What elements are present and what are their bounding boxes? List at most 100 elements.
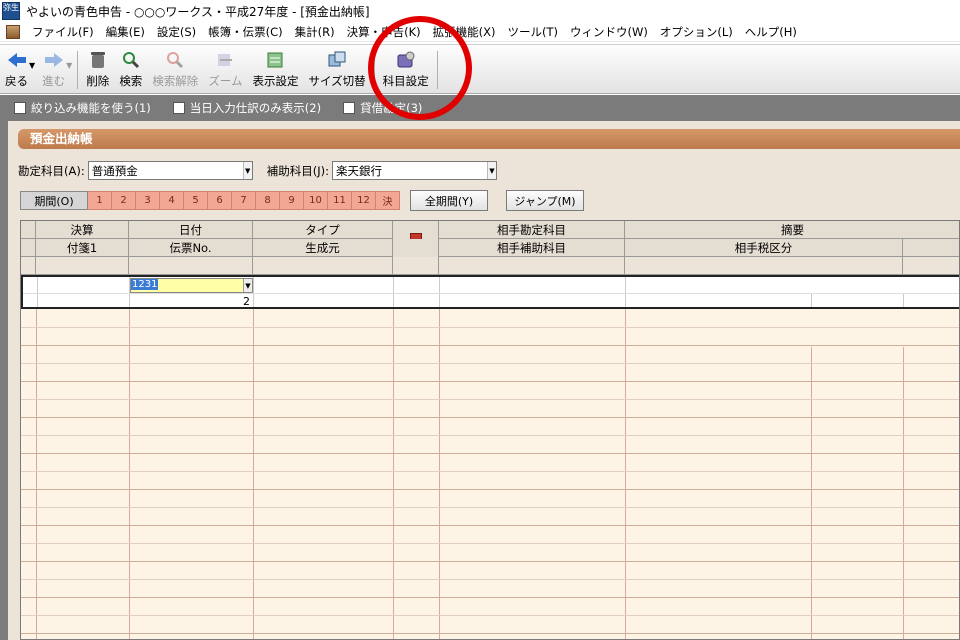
menu-aggregate[interactable]: 集計(R) xyxy=(289,24,341,40)
filter-checkbox[interactable] xyxy=(14,102,26,114)
forward-label: 進む xyxy=(42,74,66,88)
grid-line xyxy=(439,275,440,639)
grid-row-line xyxy=(21,471,959,472)
header-row-3 xyxy=(21,257,959,275)
lending-option[interactable]: 貸借勘定(3) xyxy=(343,100,422,116)
grid-line xyxy=(393,275,394,639)
grid-line xyxy=(903,347,904,639)
menu-file[interactable]: ファイル(F) xyxy=(26,24,100,40)
chevron-down-icon[interactable]: ▼ xyxy=(242,162,252,179)
period-month-11[interactable]: 11 xyxy=(328,191,352,210)
sub-account-value: 楽天銀行 xyxy=(335,163,382,178)
grid-row-line xyxy=(21,381,959,382)
header-extra xyxy=(903,239,959,257)
all-period-button[interactable]: 全期間(Y) xyxy=(410,190,488,211)
back-button[interactable]: 戻る xyxy=(3,49,30,91)
size-switch-icon xyxy=(326,49,348,71)
sub-account-combo[interactable]: 楽天銀行 ▼ xyxy=(331,161,497,180)
display-settings-button[interactable]: 表示設定 xyxy=(250,49,300,91)
header-counter-tax: 相手税区分 xyxy=(625,239,903,257)
header-blank xyxy=(393,257,439,275)
forward-button[interactable]: 進む xyxy=(40,49,67,91)
sub-account-label: 補助科目(J): xyxy=(266,163,329,178)
menu-settings[interactable]: 設定(S) xyxy=(151,24,202,40)
period-month-1[interactable]: 1 xyxy=(88,191,112,210)
lending-checkbox[interactable] xyxy=(343,102,356,114)
today-only-option[interactable]: 当日入力仕訳のみ表示(2) xyxy=(172,100,322,116)
panel-title: 預金出納帳 xyxy=(18,129,960,149)
period-label[interactable]: 期間(O) xyxy=(20,191,88,210)
period-month-9[interactable]: 9 xyxy=(280,191,304,210)
zoom-button[interactable]: ズーム xyxy=(206,49,244,91)
size-switch-button[interactable]: サイズ切替 xyxy=(306,49,367,91)
size-switch-label: サイズ切替 xyxy=(308,74,366,88)
back-label: 戻る xyxy=(5,74,28,88)
header-slip-no: 伝票No. xyxy=(129,239,253,257)
grid-row-line xyxy=(21,615,959,616)
today-only-checkbox[interactable] xyxy=(172,102,185,114)
row-divider xyxy=(903,293,904,307)
active-entry-row[interactable]: 1231 ▼ 2 xyxy=(21,275,959,309)
row-divider xyxy=(393,277,394,307)
row-divider xyxy=(439,277,440,307)
today-only-label: 当日入力仕訳のみ表示(2) xyxy=(189,101,322,115)
toolbar-separator xyxy=(373,51,375,89)
grid-line xyxy=(811,347,812,639)
back-dropdown-icon[interactable]: ▼ xyxy=(29,61,35,70)
grid-line xyxy=(36,275,37,639)
row-divider xyxy=(37,277,38,307)
jump-button[interactable]: ジャンプ(M) xyxy=(506,190,584,211)
menu-options[interactable]: オプション(L) xyxy=(654,24,739,40)
account-combo[interactable]: 普通預金 ▼ xyxy=(87,161,253,180)
period-month-12[interactable]: 12 xyxy=(352,191,376,210)
menu-help[interactable]: ヘルプ(H) xyxy=(739,24,803,40)
period-month-3[interactable]: 3 xyxy=(136,191,160,210)
menu-edit[interactable]: 編集(E) xyxy=(100,24,151,40)
row-mid-line xyxy=(23,293,959,294)
grid-row-line xyxy=(21,363,959,364)
header-date: 日付 xyxy=(129,221,253,239)
header-blank xyxy=(253,257,393,275)
header-blank xyxy=(36,257,129,275)
period-month-7[interactable]: 7 xyxy=(232,191,256,210)
search-label: 検索 xyxy=(119,74,143,88)
chevron-down-icon[interactable]: ▼ xyxy=(243,279,252,292)
menu-bar: ファイル(F) 編集(E) 設定(S) 帳簿・伝票(C) 集計(R) 決算・申告… xyxy=(0,22,960,42)
row-divider xyxy=(625,277,626,307)
account-field-row: 勘定科目(A): 普通預金 ▼ 補助科目(J): 楽天銀行 ▼ xyxy=(18,161,497,180)
back-arrow-icon xyxy=(6,49,28,71)
grid-row-line xyxy=(21,633,959,634)
filter-option[interactable]: 絞り込み機能を使う(1) xyxy=(14,100,151,116)
period-month-10[interactable]: 10 xyxy=(304,191,328,210)
row-divider xyxy=(811,293,812,307)
grid-line xyxy=(129,275,130,639)
menu-tools[interactable]: ツール(T) xyxy=(501,24,564,40)
header-summary: 摘要 xyxy=(625,221,959,239)
date-input[interactable]: 1231 ▼ xyxy=(130,278,253,293)
period-month-6[interactable]: 6 xyxy=(208,191,232,210)
forward-arrow-icon xyxy=(43,49,65,71)
option-strip: 絞り込み機能を使う(1) 当日入力仕訳のみ表示(2) 貸借勘定(3) xyxy=(0,95,960,121)
period-month-4[interactable]: 4 xyxy=(160,191,184,210)
account-settings-button[interactable]: 科目設定 xyxy=(381,49,431,91)
menu-ledger[interactable]: 帳簿・伝票(C) xyxy=(202,24,289,40)
period-month-2[interactable]: 2 xyxy=(112,191,136,210)
delete-button[interactable]: 削除 xyxy=(84,49,111,91)
clear-search-button[interactable]: 検索解除 xyxy=(150,49,200,91)
grid-row-line xyxy=(21,525,959,526)
grid-row-line xyxy=(21,489,959,490)
forward-dropdown-icon[interactable]: ▼ xyxy=(66,61,72,70)
menu-extensions[interactable]: 拡張機能(X) xyxy=(427,24,502,40)
chevron-down-icon[interactable]: ▼ xyxy=(486,162,496,179)
zoom-icon xyxy=(214,49,236,71)
document-menu-icon[interactable] xyxy=(6,24,20,39)
header-blank xyxy=(903,257,959,275)
grid-row-line xyxy=(21,399,959,400)
period-month-8[interactable]: 8 xyxy=(256,191,280,210)
menu-window[interactable]: ウィンドウ(W) xyxy=(564,24,654,40)
search-button[interactable]: 検索 xyxy=(117,49,144,91)
period-month-5[interactable]: 5 xyxy=(184,191,208,210)
period-closing[interactable]: 決 xyxy=(376,191,400,210)
header-blank xyxy=(439,257,625,275)
menu-closing[interactable]: 決算・申告(K) xyxy=(341,24,427,40)
